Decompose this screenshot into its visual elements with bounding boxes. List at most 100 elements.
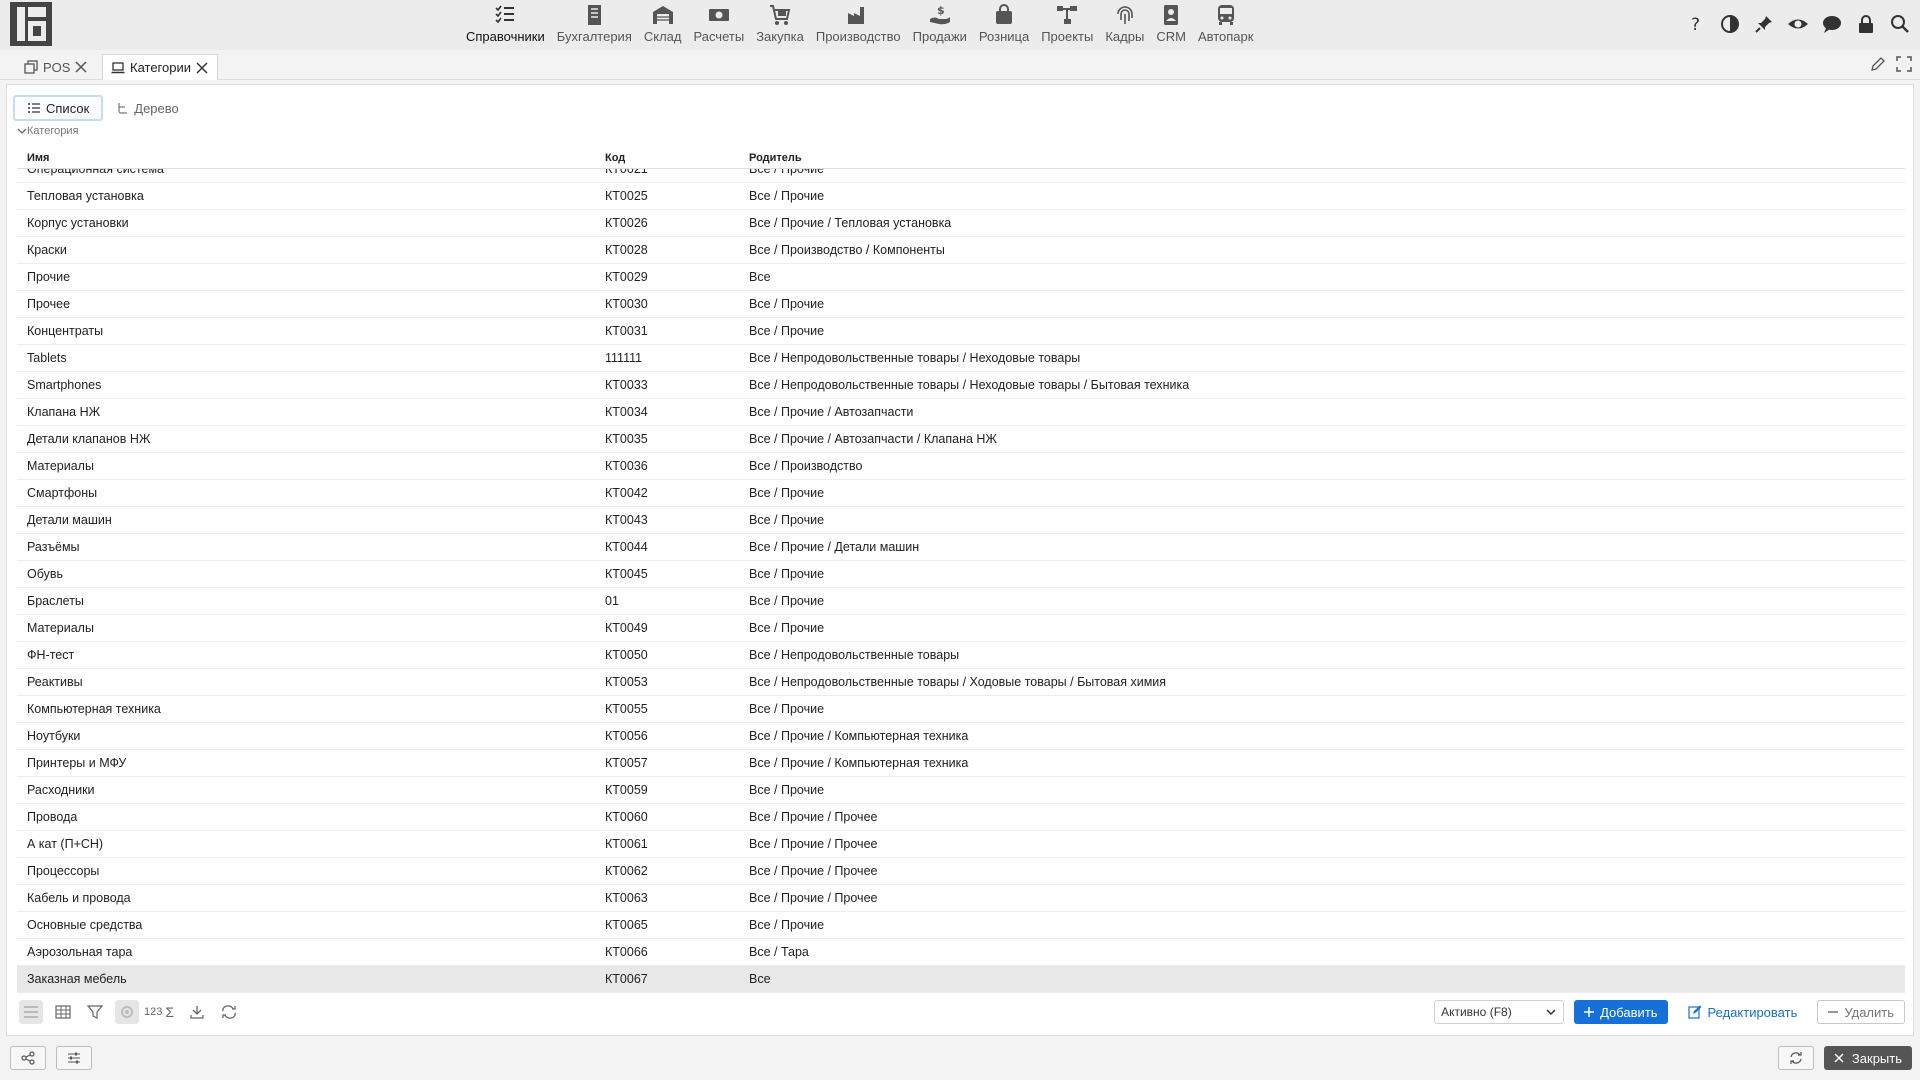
column-code-header[interactable]: Код xyxy=(605,152,749,164)
cell-name: Принтеры и МФУ xyxy=(27,756,127,770)
table-row[interactable]: Операционная система КТ0021 Все / Прочие xyxy=(17,169,1905,183)
table-row[interactable]: Заказная мебель КТ0067 Все xyxy=(17,966,1905,993)
status-select[interactable]: Активно (F8) xyxy=(1434,1000,1565,1024)
contrast-icon[interactable] xyxy=(1718,12,1742,36)
table-row[interactable]: Клапана НЖ КТ0034 Все / Прочие / Автозапча… xyxy=(17,399,1905,426)
nav-item-2[interactable]: Склад xyxy=(638,0,688,50)
cell-code: КТ0029 xyxy=(605,270,648,284)
close-button[interactable]: Закрыть xyxy=(1823,1046,1912,1070)
nav-item-9[interactable]: Кадры xyxy=(1099,0,1150,50)
table-row[interactable]: Принтеры и МФУ КТ0057 Все / Прочие / Компь… xyxy=(17,750,1905,777)
breadcrumb[interactable]: Категория xyxy=(17,125,78,137)
cell-name: Краски xyxy=(27,243,67,257)
cell-parent: Все / Прочие xyxy=(749,918,825,932)
reload-button[interactable] xyxy=(1777,1046,1814,1070)
cell-code: КТ0066 xyxy=(605,945,648,959)
nav-item-7[interactable]: Розница xyxy=(973,0,1035,50)
share-button[interactable] xyxy=(10,1046,46,1070)
table-row[interactable]: Краски КТ0028 Все / Производство / Компоне… xyxy=(17,237,1905,264)
column-name-header[interactable]: Имя xyxy=(17,152,605,164)
column-parent-header[interactable]: Родитель xyxy=(749,152,1905,164)
settings-icon[interactable] xyxy=(115,1000,139,1024)
chevron-down-icon xyxy=(1546,1009,1556,1016)
table-row[interactable]: Компьютерная техника КТ0055 Все / Прочие xyxy=(17,696,1905,723)
table-row[interactable]: Smartphones КТ0033 Все / Непродовольственн… xyxy=(17,372,1905,399)
table-row[interactable]: Прочее КТ0030 Все / Прочие xyxy=(17,291,1905,318)
table-row[interactable]: Корпус установки КТ0026 Все / Прочие / Теп… xyxy=(17,210,1905,237)
search-icon[interactable] xyxy=(1888,12,1912,36)
table-row[interactable]: Ноутбуки КТ0056 Все / Прочие / Компьютерна… xyxy=(17,723,1905,750)
pin-icon[interactable] xyxy=(1752,12,1776,36)
contact-card-icon xyxy=(1160,4,1182,26)
app-logo[interactable] xyxy=(10,2,52,46)
table-row[interactable]: ФН-тест КТ0050 Все / Непродовольственные т… xyxy=(17,642,1905,669)
close-icon[interactable] xyxy=(74,60,88,74)
nav-item-11[interactable]: Автопарк xyxy=(1192,0,1260,50)
nav-item-4[interactable]: Закупка xyxy=(750,0,810,50)
tab-categories[interactable]: Категории xyxy=(102,54,218,80)
chat-icon[interactable] xyxy=(1820,12,1844,36)
nav-item-5[interactable]: Производство xyxy=(810,0,907,50)
table-row[interactable]: Материалы КТ0036 Все / Производство xyxy=(17,453,1905,480)
nav-item-8[interactable]: Проекты xyxy=(1035,0,1099,50)
grid-view-icon[interactable] xyxy=(51,1000,75,1024)
edit-button[interactable]: Редактировать xyxy=(1678,1000,1808,1024)
pencil-icon[interactable] xyxy=(1870,56,1886,77)
help-icon[interactable]: ? xyxy=(1684,12,1708,36)
nav-item-label: Кадры xyxy=(1105,29,1145,44)
subtab-list[interactable]: Список xyxy=(13,95,104,121)
count-toggle[interactable]: 123 Σ xyxy=(144,1000,174,1024)
cell-parent: Все / Производство / Компоненты xyxy=(749,243,945,257)
table-row[interactable]: Прочие КТ0029 Все xyxy=(17,264,1905,291)
table-row[interactable]: Браслеты 01 Все / Прочие xyxy=(17,588,1905,615)
lock-icon[interactable] xyxy=(1854,12,1878,36)
table-row[interactable]: Провода КТ0060 Все / Прочие / Прочее xyxy=(17,804,1905,831)
add-button[interactable]: Добавить xyxy=(1574,1000,1668,1024)
nav-item-6[interactable]: $ Продажи xyxy=(907,0,973,50)
nav-item-1[interactable]: Бухгалтерия xyxy=(551,0,638,50)
categories-table: Имя Код Родитель Операционная система КТ0… xyxy=(17,147,1905,993)
edit-label: Редактировать xyxy=(1707,1004,1798,1020)
nav-item-10[interactable]: CRM xyxy=(1150,0,1192,50)
nav-item-0[interactable]: Справочники xyxy=(460,0,551,50)
nav-item-label: Справочники xyxy=(466,29,545,44)
table-row[interactable]: Детали клапанов НЖ КТ0035 Все / Прочие / А… xyxy=(17,426,1905,453)
nav-item-3[interactable]: Расчеты xyxy=(687,0,750,50)
table-row[interactable]: Tablets 111111 Все / Непродовольственные т… xyxy=(17,345,1905,372)
adjust-button[interactable] xyxy=(56,1046,92,1070)
cell-name: Детали машин xyxy=(27,513,112,527)
table-row[interactable]: Детали машин КТ0043 Все / Прочие xyxy=(17,507,1905,534)
table-row[interactable]: Расходники КТ0059 Все / Прочие xyxy=(17,777,1905,804)
table-row[interactable]: Разъёмы КТ0044 Все / Прочие / Детали машин xyxy=(17,534,1905,561)
table-row[interactable]: А кат (П+СН) КТ0061 Все / Прочие / Прочее xyxy=(17,831,1905,858)
table-row[interactable]: Материалы КТ0049 Все / Прочие xyxy=(17,615,1905,642)
table-row[interactable]: Основные средства КТ0065 Все / Прочие xyxy=(17,912,1905,939)
cell-parent: Все / Прочие / Компьютерная техника xyxy=(749,729,969,743)
cell-parent: Все / Прочие xyxy=(749,486,825,500)
table-row[interactable]: Кабель и провода КТ0063 Все / Прочие / Про… xyxy=(17,885,1905,912)
delete-button[interactable]: Удалить xyxy=(1817,1000,1905,1024)
warehouse-icon xyxy=(652,4,674,26)
table-row[interactable]: Реактивы КТ0053 Все / Непродовольственные … xyxy=(17,669,1905,696)
table-row[interactable]: Аэрозольная тара КТ0066 Все / Тара xyxy=(17,939,1905,966)
table-row[interactable]: Тепловая установка КТ0025 Все / Прочие xyxy=(17,183,1905,210)
subtab-tree[interactable]: Дерево xyxy=(103,95,190,121)
close-icon[interactable] xyxy=(195,61,209,75)
table-row[interactable]: Смартфоны КТ0042 Все / Прочие xyxy=(17,480,1905,507)
subtab-label: Дерево xyxy=(134,100,179,116)
download-icon[interactable] xyxy=(185,1000,209,1024)
refresh-cycle-icon[interactable] xyxy=(217,1000,241,1024)
fullscreen-icon[interactable] xyxy=(1896,56,1912,77)
table-row[interactable]: Процессоры КТ0062 Все / Прочие / Прочее xyxy=(17,858,1905,885)
chevron-down-icon xyxy=(17,128,27,134)
cell-name: Детали клапанов НЖ xyxy=(27,432,151,446)
table-row[interactable]: Обувь КТ0045 Все / Прочие xyxy=(17,561,1905,588)
table-row[interactable]: Концентраты КТ0031 Все / Прочие xyxy=(17,318,1905,345)
tab-pos[interactable]: POS xyxy=(16,54,96,80)
cart-icon xyxy=(769,4,791,26)
cell-parent: Все / Прочие xyxy=(749,594,825,608)
filter-icon[interactable] xyxy=(83,1000,107,1024)
list-view-icon[interactable] xyxy=(19,1000,43,1024)
tabs-bar: POS Категории xyxy=(0,50,1920,80)
eye-icon[interactable] xyxy=(1786,12,1810,36)
